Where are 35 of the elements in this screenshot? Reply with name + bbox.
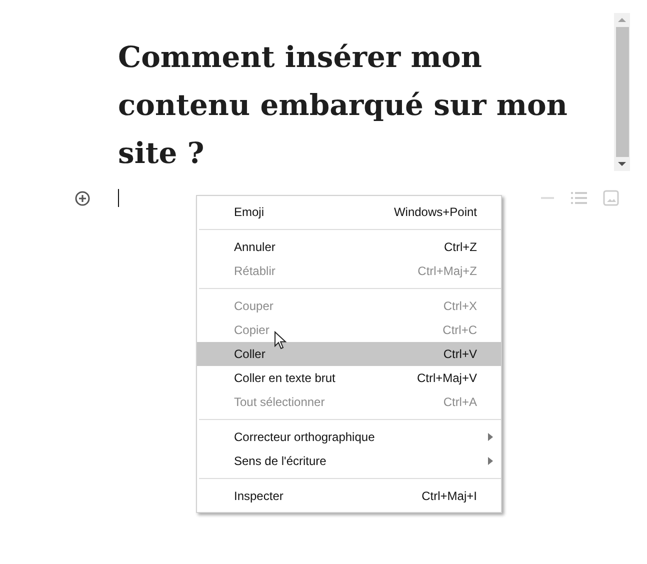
scrollbar[interactable] xyxy=(614,13,630,171)
menu-item-label: Couper xyxy=(234,298,274,315)
image-icon[interactable] xyxy=(603,190,619,206)
menu-item-label: Annuler xyxy=(234,239,276,256)
menu-item[interactable]: Annuler Ctrl+Z xyxy=(197,235,501,259)
page-title: Comment insérer mon contenu embarqué sur mon site ? xyxy=(118,39,568,172)
menu-item-label: Rétablir xyxy=(234,263,276,280)
menu-item-label: Coller xyxy=(234,346,266,363)
shortcut-label: Ctrl+Z xyxy=(444,239,477,256)
mouse-pointer-icon xyxy=(274,331,287,350)
scrollbar-thumb[interactable] xyxy=(616,27,628,157)
shortcut-label: Ctrl+V xyxy=(443,346,477,363)
shortcut-label: Ctrl+X xyxy=(443,298,477,315)
menu-item[interactable]: Inspecter Ctrl+Maj+I xyxy=(197,484,501,508)
shortcut-label: Ctrl+Maj+I xyxy=(422,488,477,505)
menu-item[interactable]: Sens de l'écriture xyxy=(197,449,501,473)
menu-item-label: Inspecter xyxy=(234,488,284,505)
menu-item-label: Sens de l'écriture xyxy=(234,453,328,470)
separator-icon[interactable] xyxy=(541,197,554,199)
add-block-icon[interactable] xyxy=(75,191,90,206)
shortcut-label: Ctrl+Maj+Z xyxy=(418,263,477,280)
menu-item-label: Coller en texte brut xyxy=(234,370,336,387)
menu-item[interactable]: Emoji Windows+Point xyxy=(197,200,501,224)
menu-item[interactable]: Correcteur orthographique xyxy=(197,425,501,449)
menu-item-label: Tout sélectionner xyxy=(234,394,326,411)
menu-item-label: Copier xyxy=(234,322,270,339)
menu-item[interactable]: Coller en texte brut Ctrl+Maj+V xyxy=(197,366,501,390)
menu-item-label: Correcteur orthographique xyxy=(234,429,376,446)
shortcut-label: Ctrl+Maj+V xyxy=(416,370,477,387)
shortcut-label: Ctrl+C xyxy=(442,322,477,339)
menu-item-label: Emoji xyxy=(234,204,266,221)
shortcut-label: Windows+Point xyxy=(394,204,477,221)
shortcut-label: Ctrl+A xyxy=(443,394,477,411)
list-icon[interactable] xyxy=(571,191,587,205)
text-cursor xyxy=(118,189,119,207)
